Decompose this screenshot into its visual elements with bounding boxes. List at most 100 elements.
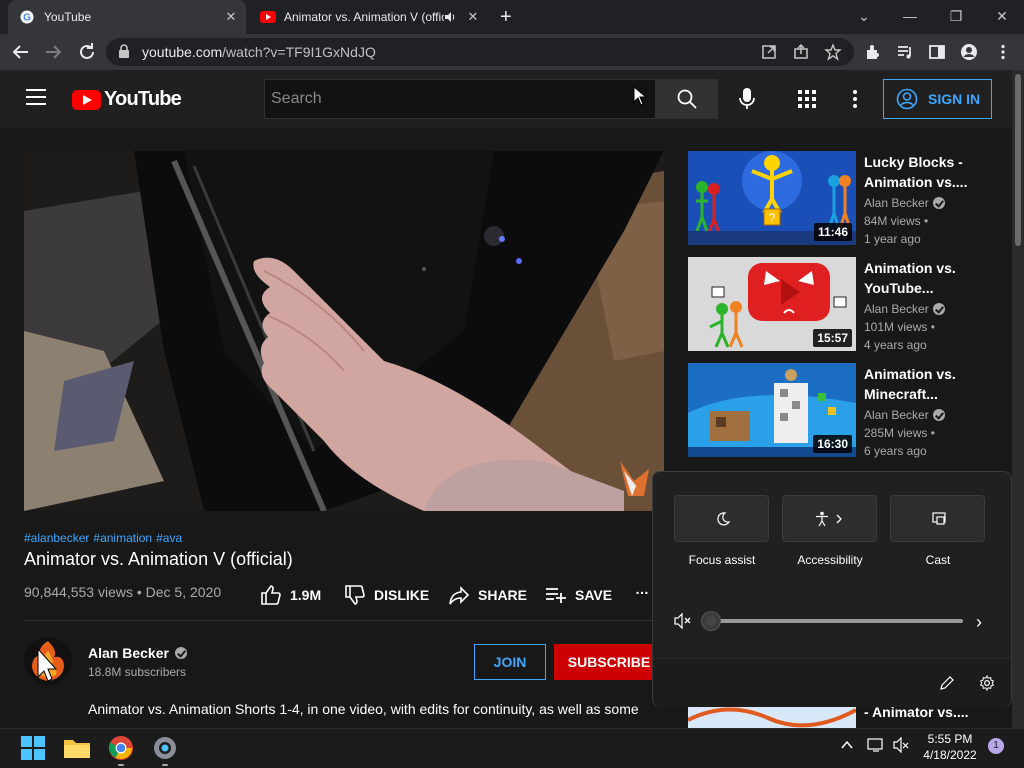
clock-time: 5:55 PM [927,732,973,746]
save-button[interactable]: SAVE [545,584,612,606]
url-text: youtube.com/watch?v=TF9I1GxNdJQ [142,44,376,60]
hashtag-link[interactable]: #animation [93,531,152,545]
profile-avatar-icon[interactable] [960,43,978,61]
like-button[interactable]: 1.9M [260,584,321,606]
recommended-title[interactable]: Animation vs. Minecraft... [864,364,996,404]
microphone-icon[interactable] [736,87,758,111]
chrome-taskbar-button[interactable] [106,733,136,766]
volume-muted-tray-icon[interactable] [892,737,910,753]
settings-taskbar-button[interactable] [150,733,180,766]
settings-kebab-icon[interactable] [850,89,860,109]
network-icon[interactable] [867,737,885,753]
speaker-icon[interactable] [444,11,456,23]
side-panel-icon[interactable] [928,43,946,61]
focus-assist-toggle[interactable] [674,495,769,542]
tab-animator-vs-animation[interactable]: Animator vs. Animation V (offici ✕ [248,0,488,34]
audio-output-chevron-icon[interactable]: › [976,612,982,633]
more-actions-button[interactable]: … [635,581,649,597]
notification-badge[interactable]: 1 [988,738,1004,754]
join-button[interactable]: JOIN [474,644,546,680]
tab-title: Animator vs. Animation V (offici [284,10,444,24]
cast-toggle[interactable] [890,495,985,542]
forward-button[interactable] [42,41,64,63]
account-icon [896,88,918,110]
browser-menu-icon[interactable] [994,43,1012,61]
recommended-age: 1 year ago [864,232,921,246]
video-thumbnail[interactable]: ? 11:46 [688,151,856,245]
video-view-count: 90,844,553 views • Dec 5, 2020 [24,584,222,600]
dislike-button[interactable]: DISLIKE [344,584,429,606]
tab-youtube[interactable]: G YouTube ✕ [8,0,246,34]
recommended-video[interactable]: 15:57 Animation vs. YouTube... Alan Beck… [688,257,1008,352]
apps-grid-icon[interactable] [797,89,817,109]
share-icon[interactable] [792,43,810,61]
volume-slider[interactable] [709,619,963,623]
address-bar[interactable]: youtube.com/watch?v=TF9I1GxNdJQ [106,38,854,66]
channel-name[interactable]: Alan Becker [88,645,187,661]
recommended-title[interactable]: Animation vs. YouTube... [864,258,996,298]
edit-pencil-icon[interactable] [939,675,955,691]
youtube-masthead: YouTube Search SIGN IN [0,70,1012,128]
sign-in-label: SIGN IN [928,91,981,107]
back-button[interactable] [10,41,32,63]
reload-button[interactable] [76,41,98,63]
accessibility-toggle[interactable] [782,495,877,542]
search-button[interactable] [656,79,718,119]
restore-button[interactable]: ❐ [944,6,968,26]
scrollbar-thumb[interactable] [1015,74,1021,246]
video-thumbnail[interactable]: 16:30 [688,363,856,457]
lock-icon[interactable] [118,44,130,58]
close-tab-icon[interactable]: ✕ [466,10,480,24]
clock-date: 4/18/2022 [923,748,977,762]
verified-badge-icon [174,647,187,659]
recommended-channel[interactable]: Alan Becker [864,408,945,422]
search-input[interactable]: Search [264,79,656,119]
close-tab-icon[interactable]: ✕ [224,10,238,24]
video-duration: 15:57 [813,329,852,347]
subscribe-button[interactable]: SUBSCRIBE [554,644,664,680]
channel-label: Alan Becker [864,196,929,210]
extensions-icon[interactable] [864,43,882,61]
open-in-app-icon[interactable] [760,43,778,61]
show-hidden-icons-chevron-icon[interactable] [840,738,854,752]
media-control-icon[interactable] [896,43,914,61]
video-thumbnail[interactable]: 15:57 [688,257,856,351]
video-description: Animator vs. Animation Shorts 1-4, in on… [88,701,639,717]
recommended-video[interactable]: 16:30 Animation vs. Minecraft... Alan Be… [688,363,1008,458]
channel-name-label: Alan Becker [88,645,169,661]
video-duration: 11:46 [813,223,852,241]
start-button[interactable] [18,733,48,763]
verified-badge-icon [932,409,945,421]
browser-tab-bar: G YouTube ✕ Animator vs. Animation V (of… [0,0,1024,34]
running-indicator [118,764,124,766]
hashtag-link[interactable]: #ava [156,531,182,545]
share-arrow-icon [449,586,470,605]
guide-menu-icon[interactable] [26,89,46,105]
recommended-title[interactable]: Lucky Blocks - Animation vs.... [864,152,996,192]
share-button[interactable]: SHARE [448,584,527,606]
hashtag-link[interactable]: #alanbecker [24,531,89,545]
verified-badge-icon [932,303,945,315]
recommended-channel[interactable]: Alan Becker [864,196,945,210]
url-path: /watch?v=TF9I1GxNdJQ [222,44,376,60]
recommended-video[interactable]: ? 11:46 Lucky Blocks - Animation vs.... … [688,151,1008,246]
settings-app-icon [154,737,176,759]
svg-text:?: ? [769,211,776,225]
recommended-channel[interactable]: Alan Becker [864,302,945,316]
tab-search-icon[interactable]: ⌄ [852,6,876,26]
video-player[interactable] [24,151,664,511]
bookmark-star-icon[interactable] [824,43,842,61]
channel-avatar[interactable] [24,637,72,685]
new-tab-button[interactable]: + [500,7,512,27]
share-label: SHARE [478,587,528,603]
system-clock[interactable]: 5:55 PM 4/18/2022 [920,731,980,763]
close-window-button[interactable]: ✕ [990,6,1014,26]
minimize-button[interactable]: — [898,6,922,26]
volume-muted-icon[interactable] [673,612,693,630]
google-icon: G [20,10,34,24]
youtube-logo[interactable]: YouTube [72,88,182,111]
volume-slider-thumb[interactable] [702,612,720,630]
file-explorer-button[interactable] [62,733,92,763]
sign-in-button[interactable]: SIGN IN [883,79,992,119]
settings-gear-icon[interactable] [979,675,995,691]
